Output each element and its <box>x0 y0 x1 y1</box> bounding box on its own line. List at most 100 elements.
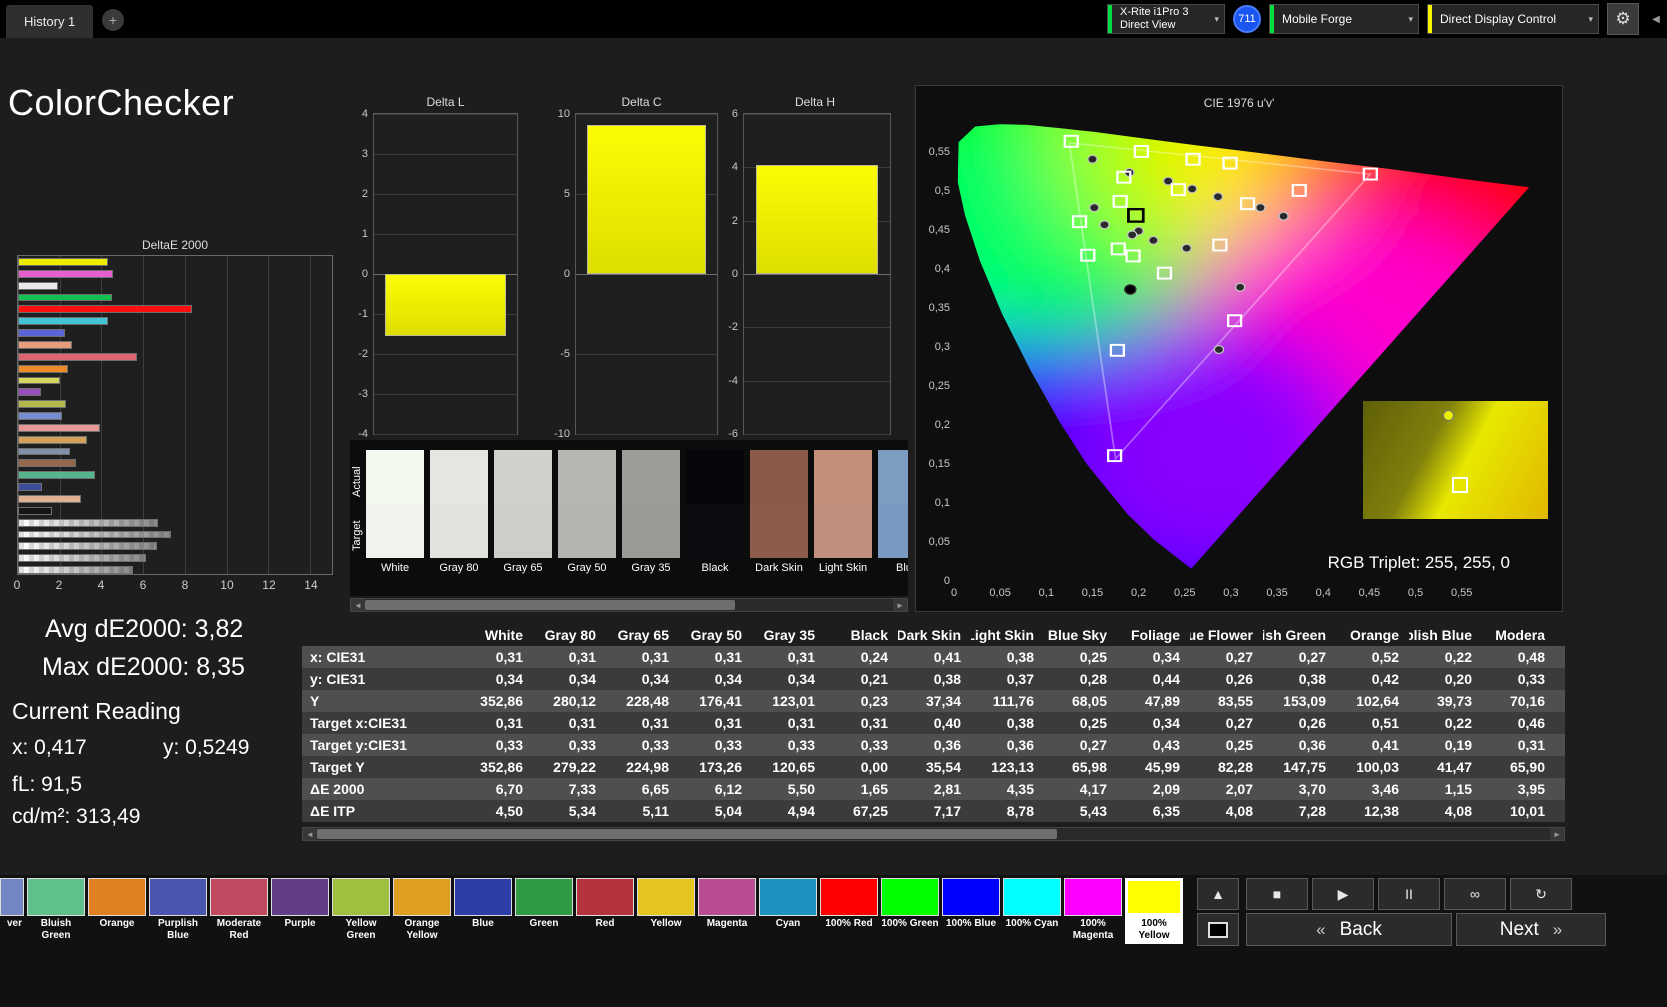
strip-scroll-thumb[interactable] <box>365 600 735 610</box>
next-button[interactable]: Next » <box>1456 913 1606 946</box>
source-dropdown[interactable]: Mobile Forge ▾ <box>1269 4 1419 34</box>
strip-scroll-track[interactable] <box>365 599 893 611</box>
table-row: ΔE 20006,707,336,656,125,501,652,814,354… <box>302 778 1565 800</box>
table-scroll-thumb[interactable] <box>317 829 1057 839</box>
header-cell <box>302 624 460 646</box>
pattern-label: Purple <box>271 916 329 944</box>
meter-count-badge[interactable]: 711 <box>1233 5 1261 33</box>
delta-h-chart: Delta H 6420-2-4-6 <box>718 95 892 447</box>
cie-y-tick: 0,3 <box>918 341 950 353</box>
pattern-button-100-magenta[interactable]: 100% Magenta <box>1064 878 1122 944</box>
settings-button[interactable]: ⚙ <box>1607 3 1639 35</box>
pattern-button-purple[interactable]: Purple <box>271 878 329 944</box>
scroll-right-icon[interactable]: ► <box>1550 828 1564 840</box>
pattern-label: 100% Yellow <box>1125 916 1183 944</box>
add-tab-button[interactable]: + <box>102 9 124 31</box>
gridline <box>374 194 517 195</box>
table-cell: 0,43 <box>1117 734 1190 756</box>
table-cell: 5,11 <box>606 800 679 822</box>
table-row: Target y:CIE310,330,330,330,330,330,330,… <box>302 734 1565 756</box>
pattern-button-magenta[interactable]: Magenta <box>698 878 756 944</box>
pattern-button-orange[interactable]: Orange <box>88 878 146 944</box>
table-cell: 12,38 <box>1336 800 1409 822</box>
cie-x-tick: 0 <box>939 587 969 599</box>
display-pattern-button[interactable] <box>1197 913 1239 946</box>
next-label: Next <box>1500 919 1539 941</box>
pattern-button-100-green[interactable]: 100% Green <box>881 878 939 944</box>
table-cell: 37,34 <box>898 690 971 712</box>
measured-dot <box>1100 221 1109 229</box>
history-tab[interactable]: History 1 <box>6 5 93 38</box>
pattern-button-moderate-red[interactable]: Moderate Red <box>210 878 268 944</box>
gridline <box>374 234 517 235</box>
pattern-swatch <box>210 878 268 916</box>
target-swatch <box>622 504 680 558</box>
pattern-button-purplish-blue[interactable]: Purplish Blue <box>149 878 207 944</box>
table-cell: 0,38 <box>1263 668 1336 690</box>
table-cell: 0,26 <box>1190 668 1263 690</box>
pause-button[interactable]: II <box>1378 878 1440 910</box>
header-cell: Black <box>825 624 898 646</box>
pattern-button-yellow[interactable]: Yellow <box>637 878 695 944</box>
back-button[interactable]: « Back <box>1246 913 1452 946</box>
measured-dot <box>1279 212 1288 220</box>
pattern-button-ver[interactable]: ver <box>0 878 24 944</box>
table-cell: 39,73 <box>1409 690 1482 712</box>
pattern-button-red[interactable]: Red <box>576 878 634 944</box>
pattern-button-orange-yellow[interactable]: Orange Yellow <box>393 878 451 944</box>
reading-fl: fL: 91,5 <box>12 773 82 797</box>
table-cell: 10,01 <box>1482 800 1555 822</box>
table-cell: 100,03 <box>1336 756 1409 778</box>
pattern-button-yellow-green[interactable]: Yellow Green <box>332 878 390 944</box>
table-scrollbar[interactable]: ◄ ► <box>302 827 1565 841</box>
deltae-bar <box>18 436 87 444</box>
header-cell: Gray 35 <box>752 624 825 646</box>
axis-tick-label: -3 <box>358 388 368 400</box>
cie-x-tick: 0,3 <box>1216 587 1246 599</box>
actual-swatch <box>366 450 424 504</box>
table-cell: 2,07 <box>1190 778 1263 800</box>
cie-y-tick: 0,05 <box>918 536 950 548</box>
table-scroll-track[interactable] <box>317 828 1550 840</box>
scroll-patches-up-button[interactable]: ▲ <box>1197 878 1239 910</box>
meter-dropdown[interactable]: X-Rite i1Pro 3 Direct View ▾ <box>1107 4 1225 34</box>
pattern-button-cyan[interactable]: Cyan <box>759 878 817 944</box>
pattern-swatch <box>1003 878 1061 916</box>
table-cell: 0,31 <box>752 646 825 668</box>
continuous-read-button[interactable]: ∞ <box>1444 878 1506 910</box>
repeat-button[interactable]: ↻ <box>1510 878 1572 910</box>
pattern-button-100-red[interactable]: 100% Red <box>820 878 878 944</box>
cie-y-tick: 0,5 <box>918 185 950 197</box>
pattern-button-100-cyan[interactable]: 100% Cyan <box>1003 878 1061 944</box>
axis-tick-label: -6 <box>728 428 738 440</box>
axis-tick-label: 12 <box>262 578 275 592</box>
play-button[interactable]: ▶ <box>1312 878 1374 910</box>
table-cell: 102,64 <box>1336 690 1409 712</box>
collapse-panel-button[interactable]: ◀ <box>1647 0 1665 38</box>
pattern-swatch <box>515 878 573 916</box>
deltae-bar <box>18 459 76 467</box>
deltae-bar <box>18 483 42 491</box>
delta-c-plot: 1050-5-10 <box>575 113 718 435</box>
pattern-button-green[interactable]: Green <box>515 878 573 944</box>
cie-x-tick: 0,4 <box>1308 587 1338 599</box>
actual-swatch <box>494 450 552 504</box>
pattern-button-blue[interactable]: Blue <box>454 878 512 944</box>
scroll-right-icon[interactable]: ► <box>893 599 907 611</box>
gridline <box>374 354 517 355</box>
pattern-label: Purplish Blue <box>149 916 207 944</box>
table-cell: 6,12 <box>679 778 752 800</box>
display-control-dropdown[interactable]: Direct Display Control ▾ <box>1427 4 1599 34</box>
measured-dot <box>1213 193 1222 201</box>
pattern-button-bluish-green[interactable]: Bluish Green <box>27 878 85 944</box>
test-pattern-list: verBluish GreenOrangePurplish BlueModera… <box>0 878 1183 944</box>
pattern-button-100-yellow[interactable]: 100% Yellow <box>1125 878 1183 944</box>
deltae-bar <box>18 317 108 325</box>
strip-scrollbar[interactable]: ◄ ► <box>350 598 908 612</box>
scroll-left-icon[interactable]: ◄ <box>303 828 317 840</box>
table-cell: 2,81 <box>898 778 971 800</box>
pattern-label: 100% Cyan <box>1003 916 1061 944</box>
stop-button[interactable]: ■ <box>1246 878 1308 910</box>
pattern-button-100-blue[interactable]: 100% Blue <box>942 878 1000 944</box>
scroll-left-icon[interactable]: ◄ <box>351 599 365 611</box>
